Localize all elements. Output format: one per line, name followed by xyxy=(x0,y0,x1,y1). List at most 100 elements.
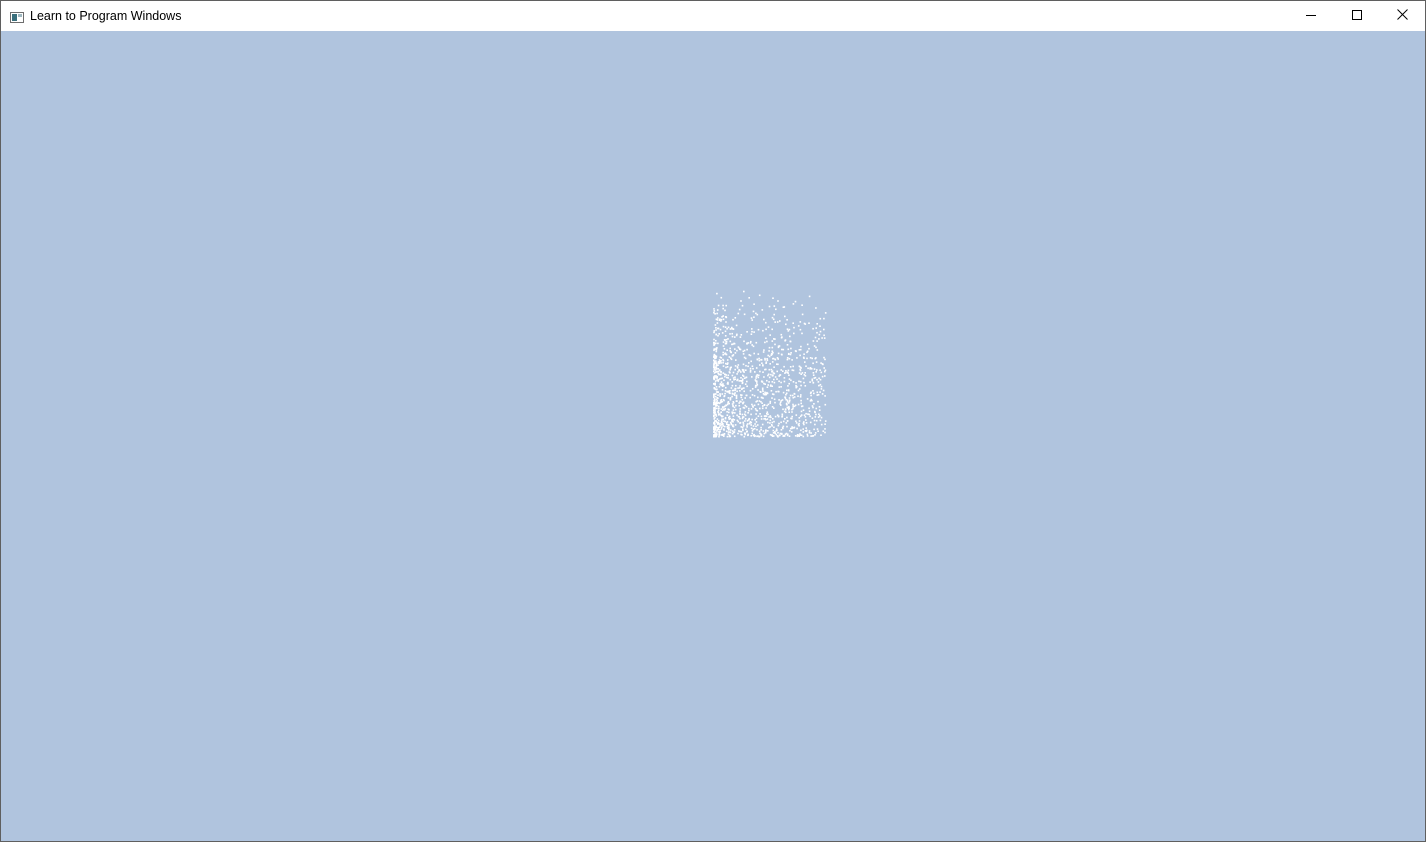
particle xyxy=(812,390,814,392)
particle xyxy=(788,352,790,355)
particle xyxy=(753,331,755,333)
window-app-icon[interactable] xyxy=(10,10,24,23)
particle xyxy=(799,415,802,418)
particle xyxy=(785,422,788,424)
particle xyxy=(824,420,827,422)
particle xyxy=(763,376,765,378)
particle xyxy=(719,430,721,433)
particle xyxy=(785,403,788,405)
particle xyxy=(818,338,820,340)
particle xyxy=(745,405,748,408)
particle xyxy=(734,408,737,411)
particle xyxy=(750,424,752,426)
particle xyxy=(715,407,718,410)
particle xyxy=(750,427,753,430)
particle xyxy=(815,307,817,309)
particle xyxy=(716,376,718,379)
particle xyxy=(773,305,776,307)
particle xyxy=(784,396,786,398)
particle xyxy=(781,413,784,416)
particle xyxy=(787,369,790,372)
particle xyxy=(769,400,772,403)
particle xyxy=(755,425,757,428)
particle xyxy=(785,411,787,414)
particle xyxy=(713,349,715,352)
maximize-button[interactable] xyxy=(1334,1,1380,31)
particle xyxy=(784,315,786,318)
particle xyxy=(800,394,802,396)
particle xyxy=(734,352,737,354)
particle xyxy=(780,421,782,424)
particle xyxy=(717,391,719,393)
particle xyxy=(726,411,728,413)
particle xyxy=(811,357,813,360)
particle xyxy=(725,430,728,433)
particle xyxy=(798,365,801,368)
particle xyxy=(735,324,738,327)
particle xyxy=(725,362,727,365)
particle xyxy=(725,316,728,319)
particle xyxy=(770,390,773,392)
particle xyxy=(715,349,718,351)
close-button[interactable] xyxy=(1379,1,1425,31)
particle xyxy=(727,423,729,426)
particle xyxy=(758,400,761,402)
particle xyxy=(816,369,818,371)
particle xyxy=(717,372,719,375)
particle xyxy=(713,331,715,334)
particle xyxy=(819,383,822,386)
particle xyxy=(720,426,723,428)
particle xyxy=(756,313,759,316)
particle xyxy=(824,431,826,434)
particle xyxy=(799,369,802,372)
particle xyxy=(733,378,735,381)
particle xyxy=(789,366,792,368)
client-area[interactable] xyxy=(1,31,1425,841)
particle xyxy=(717,401,720,404)
particle xyxy=(792,407,794,410)
particle xyxy=(779,401,782,404)
particle xyxy=(776,435,779,437)
particle xyxy=(722,307,724,310)
particle xyxy=(814,434,816,436)
particle xyxy=(750,333,753,335)
particle xyxy=(736,333,738,336)
title-bar[interactable]: Learn to Program Windows xyxy=(1,1,1425,31)
particle xyxy=(721,389,724,391)
particle xyxy=(737,387,739,389)
particle xyxy=(751,328,753,330)
particle xyxy=(720,374,722,376)
particle xyxy=(800,410,803,413)
particle xyxy=(799,396,802,398)
particle xyxy=(814,357,817,360)
particle xyxy=(812,372,815,374)
particle xyxy=(724,309,726,312)
particle xyxy=(737,371,739,373)
particle xyxy=(780,386,782,388)
particle xyxy=(793,427,795,429)
particle xyxy=(780,404,782,406)
particle xyxy=(735,359,737,361)
particle xyxy=(820,423,823,426)
particle xyxy=(800,399,802,402)
particle xyxy=(732,377,735,379)
particle xyxy=(794,300,797,303)
particle xyxy=(768,350,770,352)
particle xyxy=(772,432,775,434)
particle xyxy=(739,421,742,424)
particle xyxy=(814,416,817,418)
particle xyxy=(813,345,816,347)
particle xyxy=(755,421,758,423)
particle xyxy=(776,357,779,359)
minimize-button[interactable] xyxy=(1288,1,1334,31)
particle xyxy=(726,366,729,368)
particle xyxy=(806,350,809,353)
particle xyxy=(743,290,745,293)
particle xyxy=(722,425,724,427)
particle xyxy=(788,400,791,403)
particle xyxy=(805,427,807,429)
particle xyxy=(788,411,790,413)
particle xyxy=(731,419,733,421)
particle xyxy=(768,368,771,371)
particle xyxy=(815,413,817,416)
